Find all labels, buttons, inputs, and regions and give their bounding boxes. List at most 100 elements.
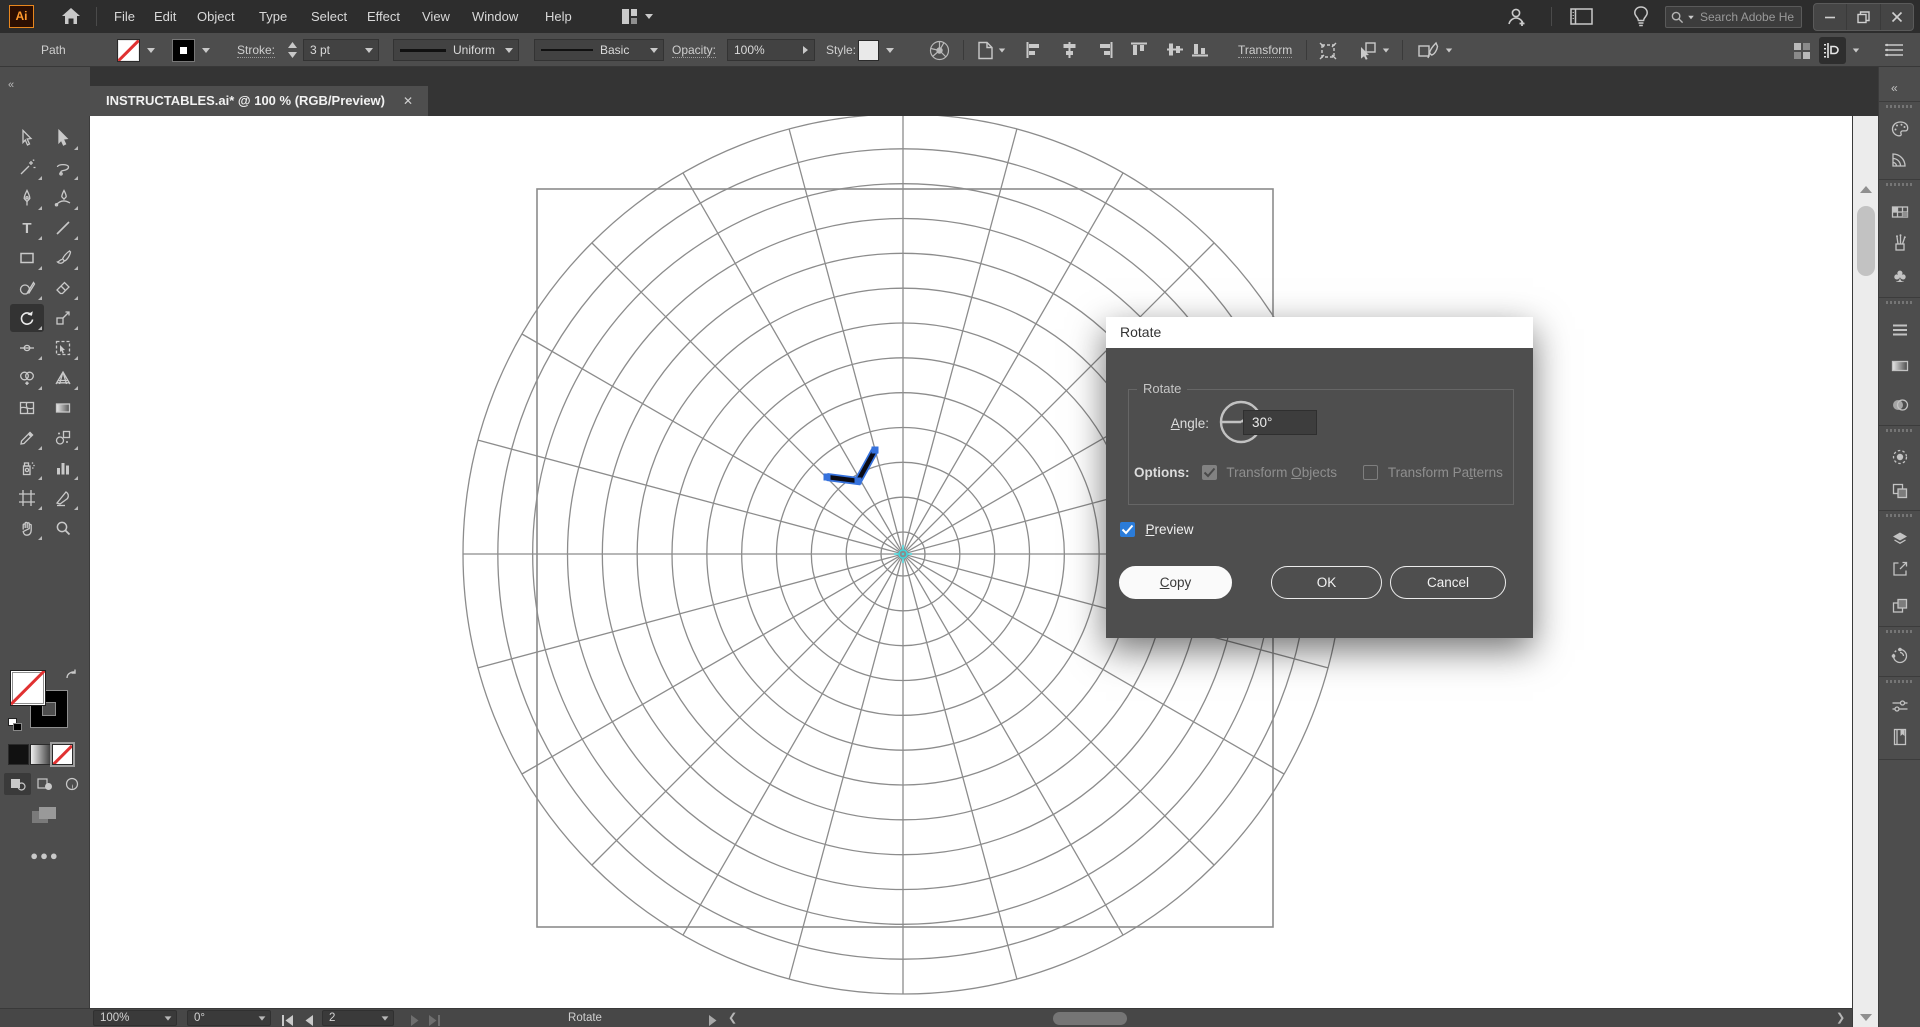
copy-button[interactable]: Copy bbox=[1119, 566, 1232, 599]
horizontal-scrollbar-thumb[interactable] bbox=[1053, 1012, 1127, 1025]
stroke-panel-icon[interactable] bbox=[1890, 320, 1910, 340]
selection-tool[interactable] bbox=[10, 124, 44, 152]
transparency-panel-icon[interactable] bbox=[1890, 395, 1910, 415]
transform-link[interactable]: Transform bbox=[1238, 43, 1292, 58]
workspace-chevron-icon[interactable] bbox=[645, 14, 653, 19]
expand-panels-icon[interactable]: « bbox=[1891, 81, 1898, 95]
account-icon[interactable] bbox=[1505, 5, 1529, 34]
stroke-weight-select[interactable]: 3 pt bbox=[303, 39, 379, 61]
search-input[interactable] bbox=[1698, 9, 1796, 25]
pen-tool[interactable] bbox=[10, 184, 44, 212]
menu-type[interactable]: Type bbox=[259, 0, 287, 33]
control-bar-menu-icon[interactable] bbox=[1885, 43, 1903, 62]
document-setup-chevron-icon[interactable] bbox=[999, 49, 1005, 53]
line-segment-tool[interactable] bbox=[46, 214, 80, 242]
symbols-panel-icon[interactable]: ♣ bbox=[1890, 267, 1910, 287]
menu-help[interactable]: Help bbox=[545, 0, 572, 33]
scroll-right-icon[interactable]: ❯ bbox=[1836, 1011, 1845, 1026]
gradient-tool[interactable] bbox=[46, 394, 80, 422]
properties-panel-toggle[interactable] bbox=[1819, 37, 1846, 64]
restore-button[interactable] bbox=[1847, 4, 1880, 30]
hand-tool[interactable] bbox=[10, 514, 44, 542]
cancel-button[interactable]: Cancel bbox=[1390, 566, 1506, 599]
scroll-left-icon[interactable]: ❮ bbox=[728, 1011, 737, 1026]
fill-color-chevron-icon[interactable] bbox=[147, 48, 155, 53]
paintbrush-tool[interactable] bbox=[46, 244, 80, 272]
stroke-stepper[interactable] bbox=[287, 41, 298, 64]
artboard-navigation-select[interactable]: 2 bbox=[322, 1010, 394, 1026]
menu-select[interactable]: Select bbox=[311, 0, 347, 33]
menu-view[interactable]: View bbox=[422, 0, 450, 33]
swatches-panel-icon[interactable] bbox=[1890, 202, 1910, 222]
document-tab[interactable]: INSTRUCTABLES.ai* @ 100 % (RGB/Preview) … bbox=[90, 86, 428, 116]
brushes-panel-icon[interactable] bbox=[1890, 233, 1910, 253]
panel-group-grip[interactable] bbox=[1886, 429, 1914, 432]
align-left-icon[interactable] bbox=[1026, 42, 1041, 63]
panel-group-grip[interactable] bbox=[1886, 301, 1914, 304]
curvature-tool[interactable] bbox=[46, 184, 80, 212]
discover-lightbulb-icon[interactable] bbox=[1632, 5, 1650, 34]
preview-checkbox[interactable] bbox=[1120, 522, 1135, 537]
fill-indicator-none[interactable] bbox=[10, 670, 46, 706]
column-graph-tool[interactable] bbox=[46, 454, 80, 482]
search-scope-chevron-icon[interactable] bbox=[1688, 15, 1694, 19]
arrange-documents-icon[interactable] bbox=[1570, 8, 1594, 30]
transform-patterns-checkbox[interactable] bbox=[1363, 465, 1378, 480]
select-similar-icon[interactable] bbox=[1357, 41, 1377, 66]
brush-definition-select[interactable]: Basic bbox=[534, 39, 664, 61]
menu-window[interactable]: Window bbox=[472, 0, 518, 33]
rotation-angle-select[interactable]: 0° bbox=[187, 1010, 271, 1026]
style-swatch[interactable] bbox=[858, 40, 879, 61]
slice-tool[interactable] bbox=[46, 484, 80, 512]
layers-panel-icon[interactable] bbox=[1890, 529, 1910, 549]
artboards-panel-icon[interactable] bbox=[1890, 559, 1910, 579]
panel-group-grip[interactable] bbox=[1886, 630, 1914, 633]
opacity-select[interactable]: 100% bbox=[727, 39, 815, 61]
type-tool[interactable]: T bbox=[10, 214, 44, 242]
draw-normal-mode[interactable] bbox=[4, 773, 31, 795]
graphic-styles-panel-icon[interactable] bbox=[1890, 481, 1910, 501]
draw-behind-mode[interactable] bbox=[31, 773, 58, 795]
menu-file[interactable]: File bbox=[114, 0, 135, 33]
vertical-scrollbar[interactable] bbox=[1852, 116, 1878, 1027]
properties-panel-icon[interactable] bbox=[1890, 696, 1910, 716]
width-profile-select[interactable]: Uniform bbox=[393, 39, 519, 61]
style-chevron-icon[interactable] bbox=[886, 48, 894, 53]
gradient-button[interactable] bbox=[30, 744, 51, 765]
select-similar-chevron-icon[interactable] bbox=[1383, 49, 1389, 53]
align-vertical-center-icon[interactable] bbox=[1167, 42, 1183, 62]
change-screen-mode-icon[interactable] bbox=[24, 804, 64, 828]
artboard-tool[interactable] bbox=[10, 484, 44, 512]
align-top-icon[interactable] bbox=[1131, 42, 1147, 62]
draw-inside-mode[interactable] bbox=[59, 773, 86, 795]
default-fill-stroke-icon[interactable] bbox=[8, 718, 24, 732]
color-panel-icon[interactable] bbox=[1890, 119, 1910, 139]
previous-artboard-icon[interactable] bbox=[305, 1013, 314, 1027]
eyedropper-tool[interactable] bbox=[10, 424, 44, 452]
properties-toggle-chevron-icon[interactable] bbox=[1853, 49, 1859, 53]
vertical-scrollbar-thumb[interactable] bbox=[1857, 206, 1875, 276]
shaper-tool[interactable] bbox=[10, 274, 44, 302]
rotate-dialog-title[interactable]: Rotate bbox=[1106, 317, 1533, 348]
stroke-weight-label[interactable]: Stroke: bbox=[237, 43, 275, 58]
opacity-label[interactable]: Opacity: bbox=[672, 43, 716, 58]
help-search-box[interactable] bbox=[1665, 6, 1802, 28]
rotate-tool[interactable] bbox=[10, 304, 44, 332]
recolor-artwork-icon[interactable] bbox=[929, 40, 950, 66]
stroke-color-swatch[interactable] bbox=[172, 39, 195, 62]
scroll-up-icon[interactable] bbox=[1860, 186, 1872, 193]
none-button[interactable] bbox=[52, 744, 73, 765]
ok-button[interactable]: OK bbox=[1271, 566, 1382, 599]
gradient-panel-icon[interactable] bbox=[1890, 356, 1910, 376]
eraser-tool[interactable] bbox=[46, 274, 80, 302]
panel-group-grip[interactable] bbox=[1886, 105, 1914, 108]
color-guide-panel-icon[interactable] bbox=[1890, 149, 1910, 169]
align-horizontal-center-icon[interactable] bbox=[1062, 42, 1077, 63]
workspace-switcher-icon[interactable] bbox=[621, 8, 638, 30]
bounding-box-icon[interactable] bbox=[1318, 41, 1338, 66]
toolbar-collapse-icon[interactable]: « bbox=[8, 79, 14, 91]
home-icon[interactable] bbox=[60, 6, 82, 31]
direct-selection-tool[interactable] bbox=[46, 124, 80, 152]
magic-wand-tool[interactable] bbox=[10, 154, 44, 182]
pattern-options-panel-icon[interactable] bbox=[1890, 646, 1910, 666]
